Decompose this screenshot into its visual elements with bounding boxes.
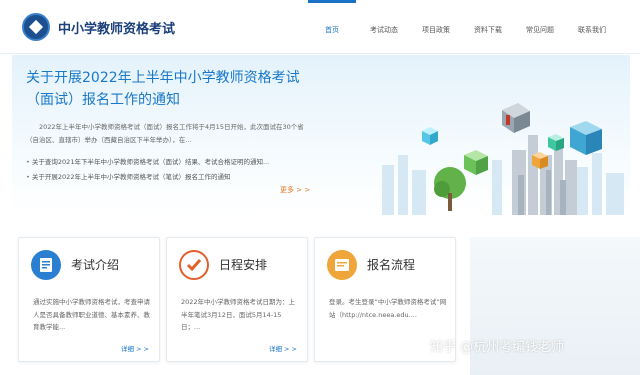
card-schedule[interactable]: 日程安排 2022年中小学教师资格考试日期为：上半年笔试3月12日，面试5月14… — [166, 237, 308, 362]
card-title: 考试介绍 — [71, 258, 120, 272]
card-exam-intro[interactable]: 考试介绍 通过实施中小学教师资格考试，考查申请人是否具备教师职业道德、基本素养、… — [18, 237, 160, 362]
banner-description: 2022年上半年中小学教师资格考试（面试）报名工作将于4月15日开始，此次面试在… — [26, 123, 304, 144]
card-text: 2022年中小学教师资格考试日期为：上半年笔试3月12日，面试5月14-15日；… — [181, 298, 296, 331]
hero-banner: 关于开展2022年上半年中小学教师资格考试（面试）报名工作的通知 2022年上半… — [12, 55, 630, 215]
watermark: 知乎 @杭州考编钱老师 — [430, 340, 565, 355]
logo-icon[interactable] — [22, 13, 50, 41]
nav-exam-news[interactable]: 考试动态 — [360, 0, 408, 54]
nav-downloads[interactable]: 资料下载 — [464, 0, 512, 54]
page: 中小学教师资格考试 首页 考试动态 项目政策 资料下载 常见问题 联系我们 关于… — [0, 0, 640, 375]
card-title: 日程安排 — [219, 258, 268, 272]
site-name[interactable]: 中小学教师资格考试 — [58, 18, 175, 37]
nav-policy[interactable]: 项目政策 — [412, 0, 460, 54]
banner-news-list: 关于查询2021年下半年中小学教师资格考试（面试）结果、考试合格证明的通知...… — [26, 155, 316, 185]
banner-title[interactable]: 关于开展2022年上半年中小学教师资格考试（面试）报名工作的通知 — [26, 67, 316, 111]
banner-more-link[interactable]: 更多 > > — [280, 185, 310, 195]
document-icon — [31, 250, 61, 280]
site-header: 中小学教师资格考试 首页 考试动态 项目政策 资料下载 常见问题 联系我们 — [0, 0, 640, 54]
city-illustration — [382, 103, 624, 215]
card-title: 报名流程 — [367, 258, 416, 272]
main-nav: 首页 考试动态 项目政策 资料下载 常见问题 联系我们 — [308, 0, 620, 54]
form-icon — [327, 250, 357, 280]
nav-faq[interactable]: 常见问题 — [516, 0, 564, 54]
card-text: 通过实施中小学教师资格考试，考查申请人是否具备教师职业道德、基本素养、教育教学能… — [33, 298, 150, 331]
card-more-link[interactable]: 详细 > > — [269, 343, 297, 353]
card-text: 登录。考生登录“中小学教师资格考试”网站（http://ntce.neea.ed… — [329, 298, 447, 319]
news-link[interactable]: 关于查询2021年下半年中小学教师资格考试（面试）结果、考试合格证明的通知... — [26, 155, 316, 170]
news-link[interactable]: 关于开展2022年上半年中小学教师资格考试（笔试）报名工作的通知 — [26, 170, 316, 185]
nav-home[interactable]: 首页 — [308, 0, 356, 54]
card-more-link[interactable]: 详细 > > — [121, 343, 149, 353]
checkmark-icon — [179, 250, 209, 280]
nav-contact[interactable]: 联系我们 — [568, 0, 616, 54]
